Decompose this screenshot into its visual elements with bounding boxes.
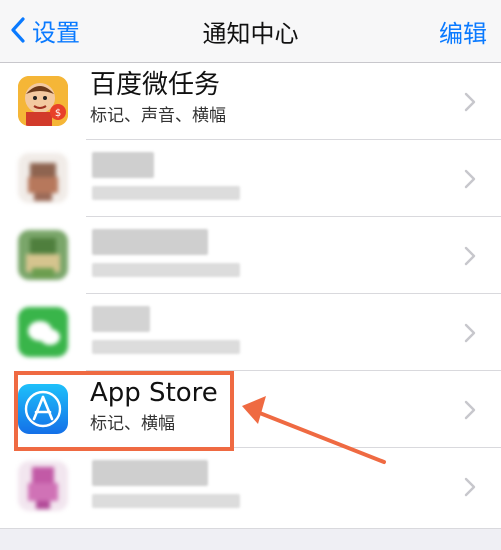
app-name: App Store xyxy=(90,378,218,408)
list-item-obscured[interactable] xyxy=(0,140,501,217)
app-name: 百度微任务 xyxy=(90,70,221,100)
svg-text:$: $ xyxy=(55,108,61,119)
chevron-right-icon xyxy=(464,169,476,189)
list-item-obscured[interactable] xyxy=(0,217,501,294)
obscured-app-icon xyxy=(18,153,68,203)
chevron-right-icon xyxy=(464,246,476,266)
list-item-baidu-task[interactable]: $ 百度微任务 标记、声音、横幅 xyxy=(0,63,501,140)
chevron-right-icon xyxy=(464,477,476,497)
list-item-obscured[interactable] xyxy=(0,448,501,525)
app-store-icon xyxy=(18,384,68,434)
app-notification-types: 标记、横幅 xyxy=(90,414,175,434)
chevron-right-icon xyxy=(464,323,476,343)
edit-button[interactable]: 编辑 xyxy=(439,14,487,49)
baidu-task-icon: $ xyxy=(18,76,68,126)
page-title: 通知中心 xyxy=(202,20,299,48)
list-item-obscured[interactable] xyxy=(0,294,501,371)
navigation-bar: 设置 通知中心 编辑 xyxy=(0,0,501,63)
wechat-icon xyxy=(18,307,68,357)
obscured-app-icon xyxy=(18,461,68,511)
chevron-right-icon xyxy=(464,400,476,420)
notification-app-list: $ 百度微任务 标记、声音、横幅 App Store 标记、横幅 xyxy=(0,63,501,528)
app-notification-types: 标记、声音、横幅 xyxy=(90,106,226,126)
list-footer xyxy=(0,528,501,550)
obscured-app-icon xyxy=(18,230,68,280)
chevron-right-icon xyxy=(464,92,476,112)
list-item-app-store[interactable]: App Store 标记、横幅 xyxy=(0,371,501,448)
